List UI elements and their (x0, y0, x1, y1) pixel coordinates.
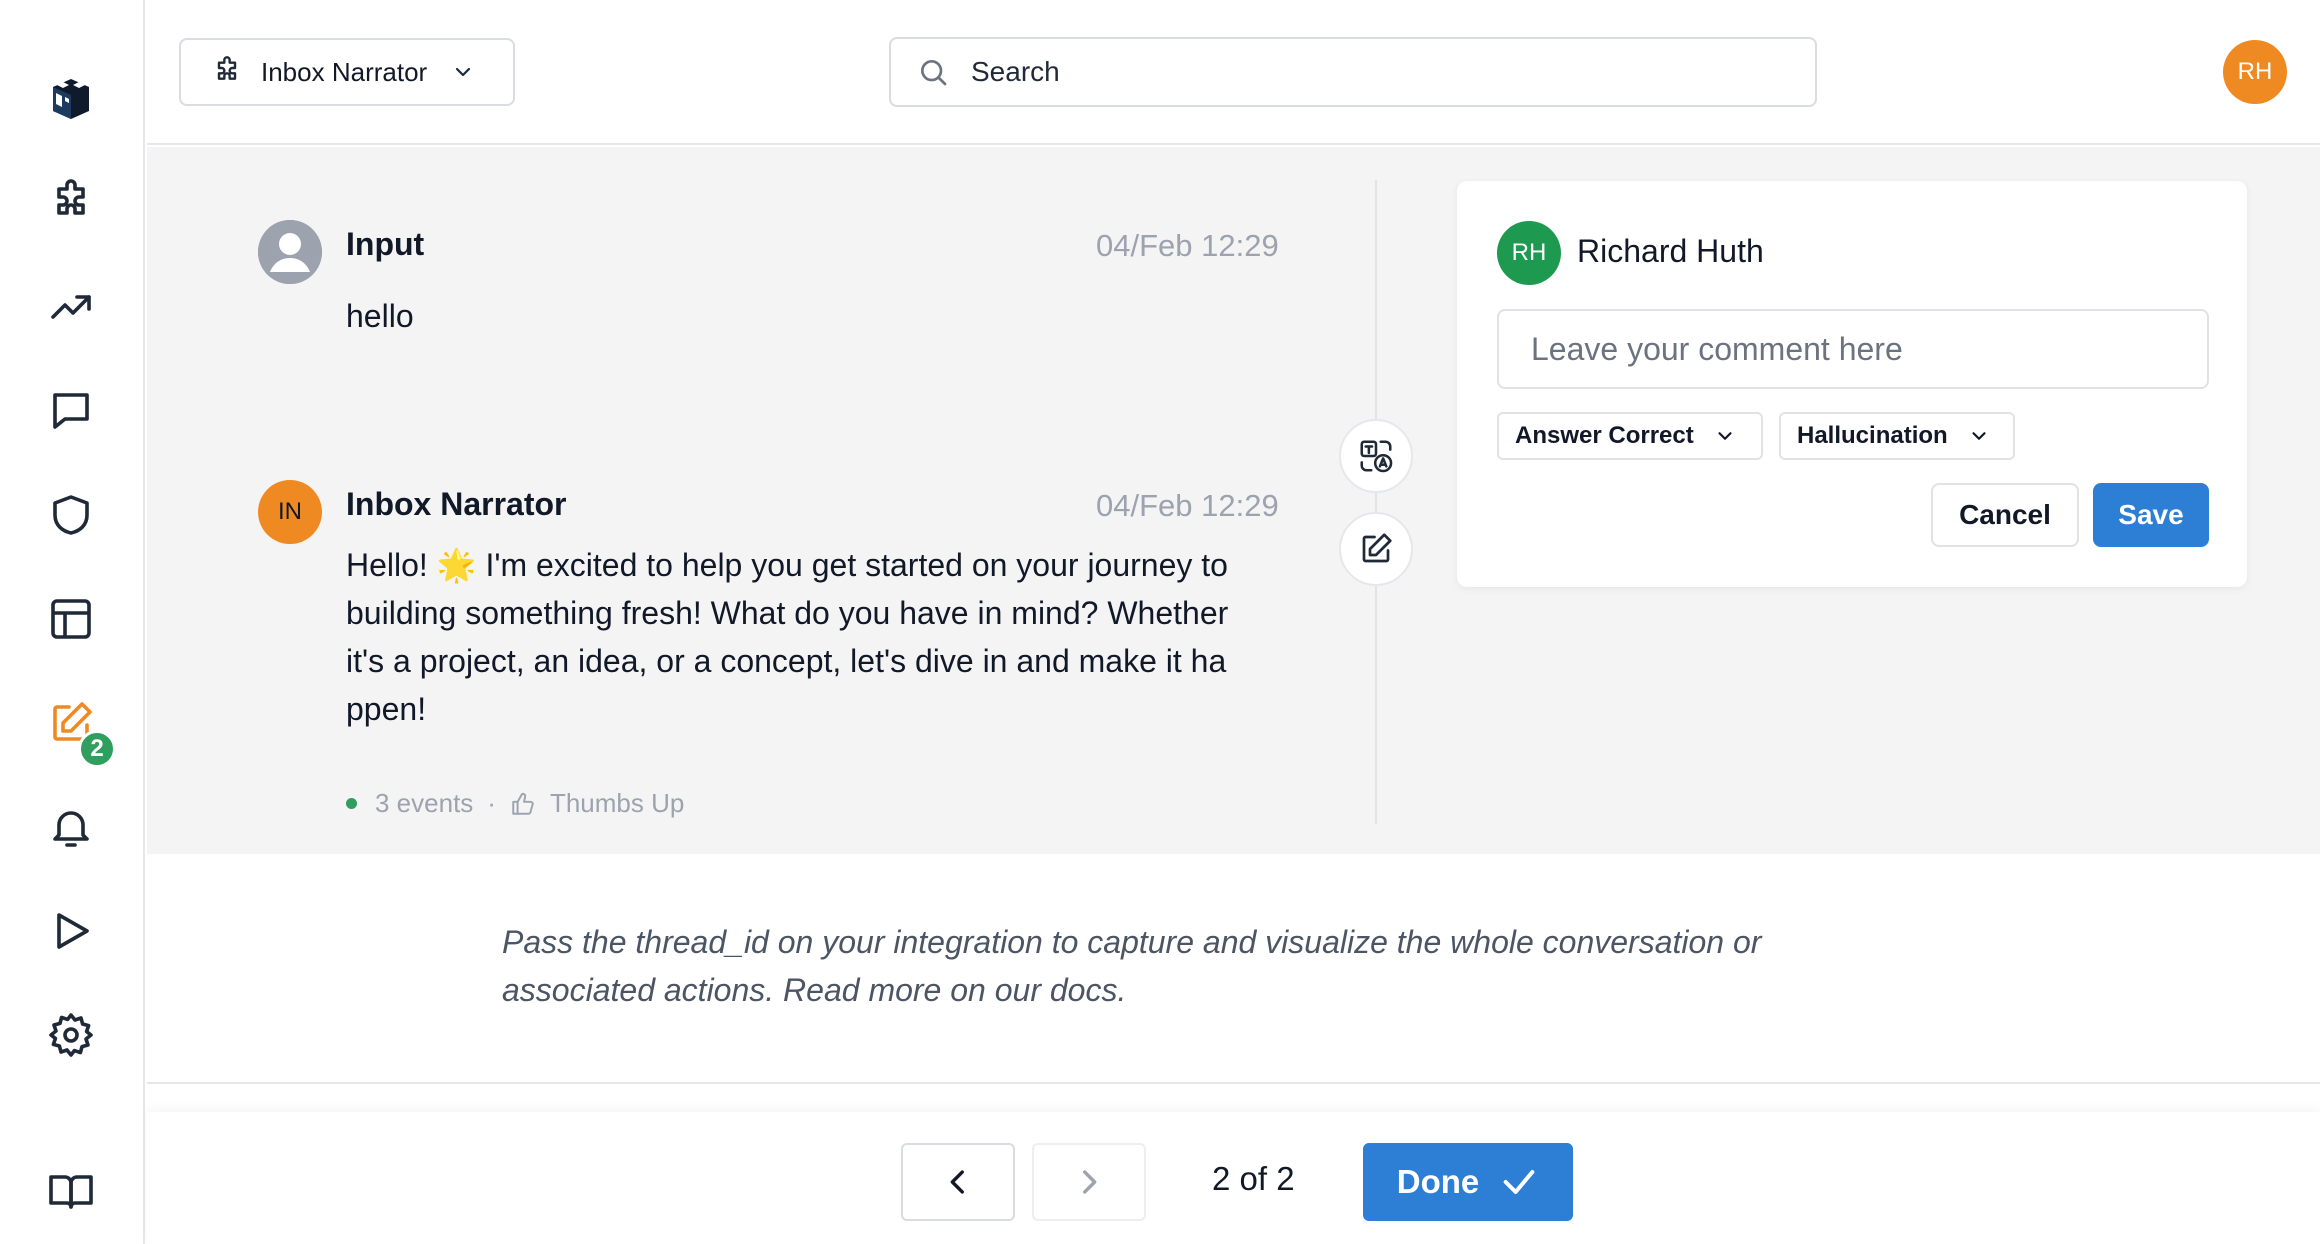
commenter-avatar: RH (1497, 221, 1561, 285)
puzzle-icon[interactable] (36, 168, 106, 238)
horizontal-divider (147, 1082, 2320, 1084)
hallucination-label: Hallucination (1797, 422, 1948, 449)
thread-hint: Pass the thread_id on your integration t… (502, 918, 1942, 1014)
hint-line: Pass the thread_id on your integration t… (502, 924, 1762, 960)
message-timestamp: 04/Feb 12:29 (1096, 488, 1279, 523)
bot-avatar: IN (258, 480, 322, 544)
page-indicator: 2 of 2 (1212, 1160, 1295, 1197)
chevron-right-icon (1083, 1170, 1097, 1194)
done-label: Done (1396, 1163, 1480, 1200)
app-selector[interactable]: Inbox Narrator (179, 38, 515, 106)
docs-book-icon[interactable] (36, 1156, 106, 1226)
status-dot (346, 798, 357, 809)
hint-line: associated actions. Read more on our doc… (502, 972, 1127, 1008)
separator-dot: · (487, 788, 496, 818)
chat-icon[interactable] (36, 376, 106, 446)
edit-icon (1362, 533, 1392, 563)
search-bar[interactable] (889, 37, 1817, 107)
shield-icon[interactable] (36, 480, 106, 550)
top-bar: Inbox Narrator RH (147, 0, 2320, 145)
user-icon (258, 220, 322, 284)
translate-button[interactable] (1339, 419, 1413, 493)
cancel-button[interactable]: Cancel (1931, 483, 2079, 547)
feedback-label: Thumbs Up (549, 788, 685, 818)
chevron-down-icon (456, 67, 471, 77)
answer-correct-select[interactable]: Answer Correct (1497, 412, 1763, 460)
message-text: Hello! 🌟 I'm excited to help you get sta… (346, 541, 1228, 733)
done-button[interactable]: Done (1363, 1143, 1573, 1221)
review-edit-icon[interactable]: 2 (36, 688, 116, 768)
previous-button[interactable] (901, 1143, 1015, 1221)
translate-icon (1360, 440, 1393, 473)
puzzle-icon (217, 56, 237, 80)
events-count[interactable]: 3 events (375, 788, 473, 819)
hallucination-select[interactable]: Hallucination (1779, 412, 2015, 460)
save-button[interactable]: Save (2093, 483, 2209, 547)
check-icon (1503, 1170, 1535, 1194)
comment-card: RH Richard Huth Answer Correct Hallucina… (1457, 181, 2247, 587)
bell-icon[interactable] (36, 792, 106, 862)
message-line: building something fresh! What do you ha… (346, 595, 1229, 631)
review-count-badge: 2 (78, 730, 116, 768)
message-line: Hello! 🌟 I'm excited to help you get sta… (346, 547, 1228, 583)
chevron-left-icon (950, 1170, 964, 1194)
trend-icon[interactable] (36, 272, 106, 342)
app-selector-label: Inbox Narrator (261, 56, 428, 87)
message-line: it's a project, an idea, or a concept, l… (346, 643, 1227, 679)
sidebar: 2 (0, 0, 145, 1244)
message-meta: 3 events · Thumbs Up (346, 788, 684, 819)
commenter-name: Richard Huth (1577, 233, 1764, 269)
message-line: ppen! (346, 691, 427, 727)
chevron-down-icon (1972, 432, 1986, 440)
message-author: Inbox Narrator (346, 486, 567, 522)
message-timestamp: 04/Feb 12:29 (1096, 228, 1279, 263)
chevron-down-icon (1718, 432, 1732, 440)
search-icon (921, 60, 947, 86)
next-button[interactable] (1032, 1143, 1146, 1221)
message-text: hello (346, 298, 414, 334)
input-avatar (258, 220, 322, 284)
user-avatar[interactable]: RH (2223, 40, 2287, 104)
comment-input[interactable] (1497, 309, 2209, 389)
gear-icon[interactable] (36, 1000, 106, 1070)
vertical-divider (1375, 180, 1377, 824)
search-input[interactable] (971, 56, 1771, 88)
review-footer: 2 of 2 Done (147, 1112, 2320, 1244)
table-icon[interactable] (36, 584, 106, 654)
logo-icon[interactable] (36, 62, 106, 132)
answer-correct-label: Answer Correct (1515, 422, 1694, 449)
play-icon[interactable] (36, 896, 106, 966)
thumbs-up-icon (512, 792, 534, 815)
edit-button[interactable] (1339, 512, 1413, 586)
message-author: Input (346, 226, 425, 262)
